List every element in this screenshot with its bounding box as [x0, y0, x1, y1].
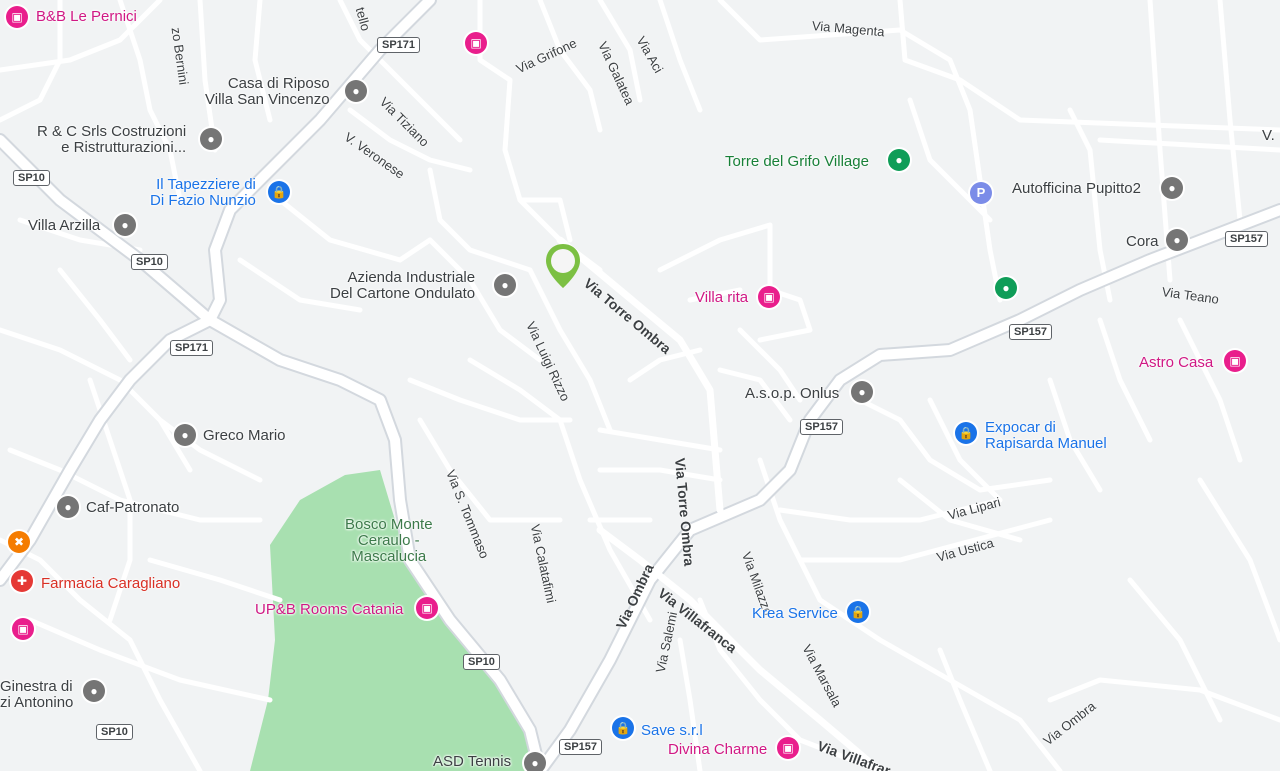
place-label-villa-rita[interactable]: Villa rita: [695, 290, 748, 306]
place-label-greco-mario[interactable]: Greco Mario: [203, 428, 286, 444]
bed-icon[interactable]: ▣: [465, 32, 487, 54]
place-icon[interactable]: ●: [494, 274, 516, 296]
minor-roads: [0, 0, 1280, 771]
tree-icon[interactable]: ●: [995, 277, 1017, 299]
route-shield-sp157: SP157: [559, 739, 603, 755]
place-label-expocar[interactable]: Expocar di Rapisarda Manuel: [985, 420, 1107, 452]
place-label-bb-le-pernici[interactable]: B&B Le Pernici: [36, 9, 137, 25]
place-label-divina-charme[interactable]: Divina Charme: [668, 742, 767, 758]
place-label-torre-del-grifo[interactable]: Torre del Grifo Village: [725, 154, 869, 170]
place-label-ginestra[interactable]: Ginestra di zi Antonino: [0, 679, 73, 711]
bed-icon[interactable]: ▣: [758, 286, 780, 308]
place-icon[interactable]: ●: [345, 80, 367, 102]
pharmacy-icon[interactable]: ✚: [11, 570, 33, 592]
route-shield-sp10: SP10: [13, 170, 50, 186]
place-label-azienda-industriale[interactable]: Azienda Industriale Del Cartone Ondulato: [330, 270, 475, 302]
main-roads: [0, 0, 1280, 771]
bed-icon[interactable]: ▣: [12, 618, 34, 640]
map-canvas[interactable]: SP171 SP171 SP10 SP10 SP10 SP10 SP157 SP…: [0, 0, 1280, 771]
bed-icon[interactable]: ▣: [777, 737, 799, 759]
bed-icon[interactable]: ▣: [6, 6, 28, 28]
shopping-bag-icon[interactable]: 🔒: [268, 181, 290, 203]
place-icon[interactable]: ●: [83, 680, 105, 702]
place-label-asop-onlus[interactable]: A.s.o.p. Onlus: [745, 386, 839, 402]
place-icon[interactable]: ●: [174, 424, 196, 446]
place-label-villa-arzilla[interactable]: Villa Arzilla: [28, 218, 100, 234]
street-label-edge: V.: [1262, 127, 1275, 144]
route-shield-sp157: SP157: [1009, 324, 1053, 340]
route-shield-sp171: SP171: [170, 340, 214, 356]
place-icon[interactable]: ●: [524, 752, 546, 771]
route-shield-sp10: SP10: [96, 724, 133, 740]
place-label-bosco-monte-ceraulo[interactable]: Bosco Monte Ceraulo - Mascalucia: [345, 517, 433, 565]
route-shield-sp157: SP157: [1225, 231, 1269, 247]
shopping-bag-icon[interactable]: 🔒: [847, 601, 869, 623]
place-label-astro-casa[interactable]: Astro Casa: [1139, 355, 1213, 371]
fork-knife-icon[interactable]: ✖: [8, 531, 30, 553]
place-icon[interactable]: ●: [1166, 229, 1188, 251]
route-shield-sp10: SP10: [463, 654, 500, 670]
location-pin-icon[interactable]: [544, 242, 582, 290]
bed-icon[interactable]: ▣: [1224, 350, 1246, 372]
place-label-autofficina[interactable]: Autofficina Pupitto2: [1012, 181, 1141, 197]
place-label-caf-patronato[interactable]: Caf-Patronato: [86, 500, 179, 516]
shopping-bag-icon[interactable]: 🔒: [612, 717, 634, 739]
route-shield-sp157: SP157: [800, 419, 844, 435]
place-label-asd-tennis[interactable]: ASD Tennis: [433, 754, 511, 770]
route-shield-sp171: SP171: [377, 37, 421, 53]
place-label-il-tapezziere[interactable]: Il Tapezziere di Di Fazio Nunzio: [150, 177, 256, 209]
place-label-farmacia-caragliano[interactable]: Farmacia Caragliano: [41, 576, 180, 592]
place-label-save-srl[interactable]: Save s.r.l: [641, 723, 703, 739]
place-label-cora[interactable]: Cora: [1126, 234, 1159, 250]
place-icon[interactable]: ●: [114, 214, 136, 236]
place-icon[interactable]: ●: [57, 496, 79, 518]
place-label-rc-srls[interactable]: R & C Srls Costruzioni e Ristrutturazioni…: [37, 124, 186, 156]
bed-icon[interactable]: ▣: [416, 597, 438, 619]
place-label-upb-rooms[interactable]: UP&B Rooms Catania: [255, 602, 403, 618]
place-label-krea-service[interactable]: Krea Service: [752, 606, 838, 622]
place-icon[interactable]: ●: [1161, 177, 1183, 199]
route-shield-sp10: SP10: [131, 254, 168, 270]
parking-icon[interactable]: P: [970, 182, 992, 204]
main-roads-casing: [0, 0, 1280, 771]
tree-icon[interactable]: ●: [888, 149, 910, 171]
shopping-bag-icon[interactable]: 🔒: [955, 422, 977, 444]
place-label-casa-di-riposo[interactable]: Casa di Riposo Villa San Vincenzo: [205, 76, 330, 108]
place-icon[interactable]: ●: [200, 128, 222, 150]
place-icon[interactable]: ●: [851, 381, 873, 403]
map-base-layer: [0, 0, 1280, 771]
